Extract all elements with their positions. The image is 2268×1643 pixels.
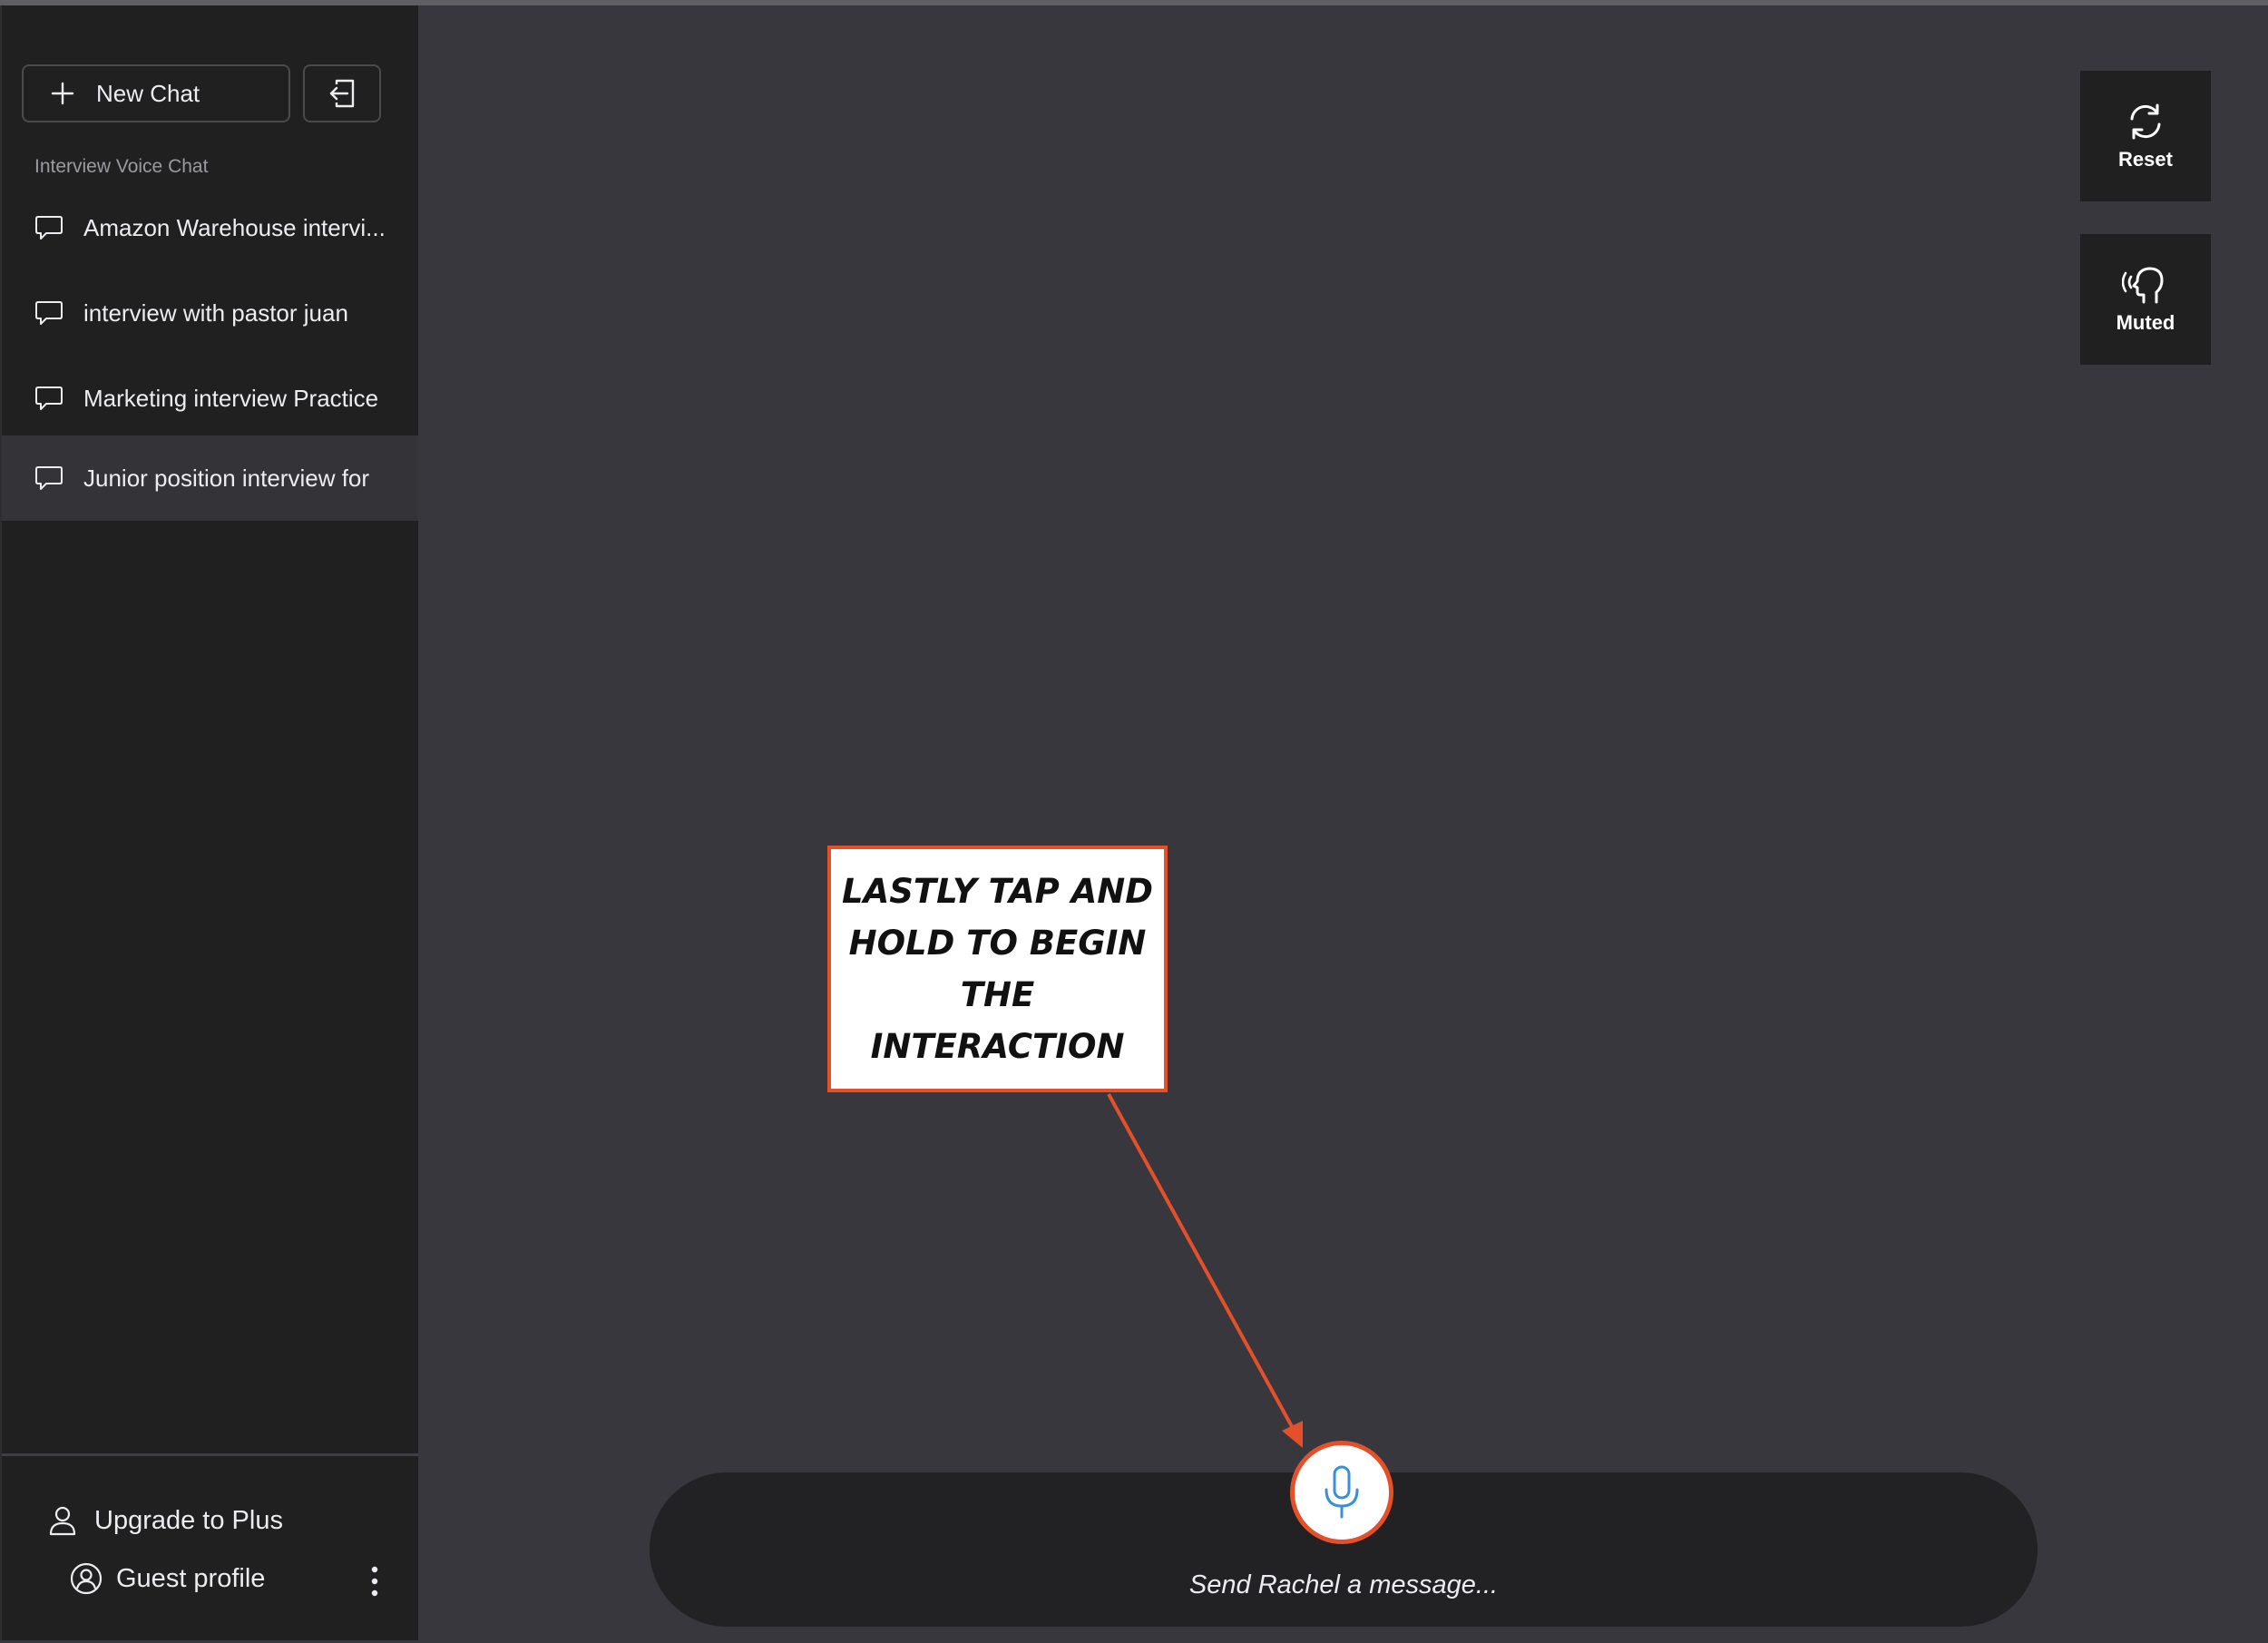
chat-item-amazon[interactable]: Amazon Warehouse intervi...	[2, 185, 418, 270]
upgrade-button[interactable]: Upgrade to Plus	[47, 1505, 283, 1536]
chat-bubble-icon	[35, 216, 63, 240]
muted-label: Muted	[2116, 311, 2175, 334]
instruction-text: LASTLY TAP AND HOLD TO BEGIN THE INTERAC…	[842, 872, 1153, 1066]
speaking-head-icon	[2122, 267, 2164, 304]
refresh-icon	[2130, 103, 2161, 140]
reset-label: Reset	[2118, 148, 2173, 171]
sidebar: New Chat Interview Voice Chat Amazon War…	[0, 5, 418, 1640]
microphone-icon	[1325, 1465, 1359, 1519]
chat-bubble-icon	[35, 301, 63, 325]
plus-icon	[51, 82, 74, 105]
guest-profile-label: Guest profile	[116, 1563, 266, 1593]
new-chat-button[interactable]: New Chat	[22, 64, 290, 122]
section-title: Interview Voice Chat	[34, 156, 209, 177]
chat-item-label: Amazon Warehouse intervi...	[83, 213, 386, 241]
new-chat-label: New Chat	[96, 79, 200, 107]
kebab-icon[interactable]	[361, 1563, 388, 1599]
user-circle-icon	[70, 1562, 103, 1595]
message-placeholder: Send Rachel a message...	[1188, 1570, 1499, 1599]
user-icon	[49, 1506, 76, 1536]
microphone-button[interactable]	[1290, 1441, 1393, 1544]
exit-icon	[329, 79, 355, 108]
chat-bubble-icon	[35, 386, 63, 410]
exit-button[interactable]	[303, 64, 381, 122]
guest-profile-button[interactable]: Guest profile	[69, 1561, 265, 1596]
chat-item-pastor[interactable]: interview with pastor juan	[2, 270, 418, 356]
sidebar-footer: Upgrade to Plus Guest profile	[2, 1453, 418, 1643]
chat-bubble-icon	[35, 466, 63, 490]
chat-item-marketing[interactable]: Marketing interview Practice	[2, 356, 418, 441]
chat-item-label: interview with pastor juan	[83, 298, 348, 327]
chat-item-label: Marketing interview Practice	[83, 384, 379, 412]
reset-button[interactable]: Reset	[2080, 71, 2211, 201]
chat-item-junior[interactable]: Junior position interview for	[2, 435, 418, 521]
instruction-callout: LASTLY TAP AND HOLD TO BEGIN THE INTERAC…	[827, 846, 1168, 1092]
mute-button[interactable]: Muted	[2080, 234, 2211, 365]
chat-item-label: Junior position interview for	[83, 464, 370, 492]
upgrade-label: Upgrade to Plus	[94, 1505, 283, 1535]
